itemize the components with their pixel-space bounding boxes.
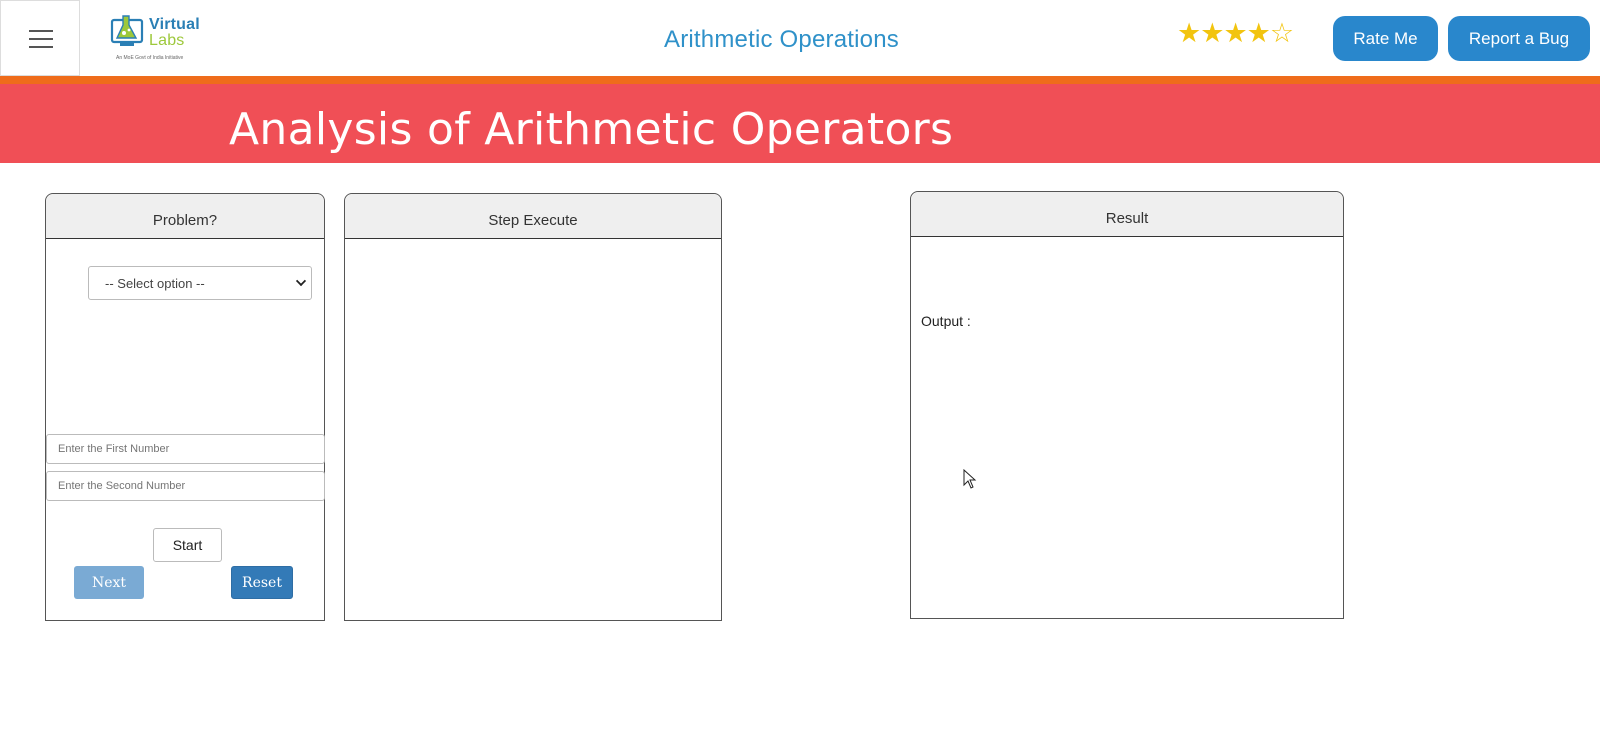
mouse-cursor-icon: [963, 469, 977, 489]
menu-line: [29, 30, 53, 32]
result-panel-header: Result: [911, 192, 1343, 237]
logo-tagline: An MoE Govt of India Initiative: [116, 55, 184, 61]
next-button[interactable]: Next: [74, 566, 144, 599]
problem-panel-title: Problem?: [152, 212, 218, 229]
star-filled-icon[interactable]: ★: [1223, 18, 1247, 48]
operation-select[interactable]: -- Select option --: [88, 266, 312, 300]
top-navbar: Virtual Labs An MoE Govt of India Initia…: [0, 0, 1600, 76]
menu-line: [29, 38, 53, 40]
experiment-title: Arithmetic Operations: [664, 26, 899, 53]
operation-select-value: -- Select option --: [105, 276, 205, 291]
star-filled-icon[interactable]: ★: [1177, 18, 1201, 48]
orange-divider: [0, 76, 1600, 84]
problem-panel-header: Problem?: [46, 194, 324, 239]
result-panel: Result Output :: [910, 191, 1344, 619]
reset-button[interactable]: Reset: [231, 566, 293, 599]
step-panel-header: Step Execute: [345, 194, 721, 239]
step-panel-title: Step Execute: [488, 212, 578, 229]
star-filled-icon[interactable]: ★: [1247, 18, 1271, 48]
rate-me-button[interactable]: Rate Me: [1333, 16, 1438, 61]
first-number-input[interactable]: [46, 434, 325, 464]
problem-panel: Problem? -- Select option -- Start Next …: [45, 193, 325, 621]
title-banner: Analysis of Arithmetic Operators: [0, 84, 1600, 163]
virtual-labs-logo[interactable]: Virtual Labs An MoE Govt of India Initia…: [110, 12, 202, 64]
logo-word-labs: Labs: [149, 32, 185, 49]
star-empty-icon[interactable]: ☆: [1270, 18, 1294, 48]
menu-line: [29, 46, 53, 48]
flask-monitor-icon: [110, 15, 144, 46]
second-number-input[interactable]: [46, 471, 325, 501]
chevron-down-icon: [295, 275, 307, 287]
step-execute-panel: Step Execute: [344, 193, 722, 621]
output-label: Output :: [921, 313, 971, 329]
star-filled-icon[interactable]: ★: [1200, 18, 1224, 48]
report-bug-button[interactable]: Report a Bug: [1448, 16, 1590, 61]
start-button[interactable]: Start: [153, 528, 222, 562]
banner-title: Analysis of Arithmetic Operators: [229, 104, 954, 155]
star-rating[interactable]: ★★★★☆: [1177, 18, 1294, 48]
hamburger-menu-icon[interactable]: [0, 0, 80, 76]
result-panel-title: Result: [1105, 210, 1149, 227]
